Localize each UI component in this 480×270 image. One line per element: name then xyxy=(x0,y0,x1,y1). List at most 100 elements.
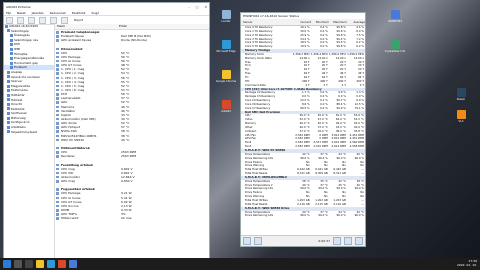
hwinfo-statusbar: 0:00:37 xyxy=(241,235,365,246)
start-icon[interactable] xyxy=(3,260,11,268)
sensor-icon xyxy=(56,55,59,59)
desktop-icon[interactable]: CrystalDisk Info xyxy=(384,40,406,53)
minimize-icon[interactable]: – xyxy=(188,5,190,9)
tree-node-icon xyxy=(7,79,10,83)
system-clock[interactable]: 17:39 2022. 01. 10. xyxy=(457,259,477,267)
tree-node-icon xyxy=(7,70,10,74)
col-current[interactable]: Current xyxy=(293,20,311,24)
tree-item-label: Teljesítményteszt xyxy=(11,129,38,134)
refresh-icon[interactable] xyxy=(39,16,46,24)
sensor-row[interactable]: Drive Remaining Life 96.0 % 96.0 % 96.0 % 96… xyxy=(241,213,365,218)
desktop-icon-label: Steam xyxy=(456,98,466,101)
sensor-icon xyxy=(56,151,59,154)
aida64-window[interactable]: AIDA64 Extreme – □ ✕ Fájl Nézet Jelentés… xyxy=(3,2,210,260)
sensor-icon xyxy=(56,88,59,92)
sensor-field: Töltési szint xyxy=(61,216,79,221)
close-icon[interactable] xyxy=(355,237,363,245)
settings-icon[interactable] xyxy=(344,237,352,245)
desktop-icon[interactable]: Steam xyxy=(450,88,472,101)
back-icon[interactable] xyxy=(6,16,13,24)
sensor-icon xyxy=(56,84,59,88)
aida-title: AIDA64 Extreme xyxy=(6,4,31,9)
tree-node-icon xyxy=(7,75,10,79)
report-label[interactable]: Riport xyxy=(74,18,83,22)
forward-icon[interactable] xyxy=(17,16,24,24)
tree-node-icon xyxy=(7,107,10,111)
sensor-icon xyxy=(56,213,59,216)
app-icon xyxy=(221,70,231,79)
user-icon[interactable] xyxy=(50,16,57,24)
desktop-icon[interactable]: AIDA64 xyxy=(215,100,237,113)
left-arrow-icon[interactable] xyxy=(243,237,251,245)
hwinfo-window[interactable]: HWiNFO64 v7.16-4610 Sensor Status Sensor… xyxy=(240,12,366,247)
app-icon xyxy=(456,88,466,97)
aida64-taskbar-icon[interactable] xyxy=(58,260,66,268)
col-minimum[interactable]: Minimum xyxy=(311,20,329,24)
edge-icon[interactable] xyxy=(47,260,55,268)
field-column-header[interactable]: Mező xyxy=(55,24,117,29)
sensor-icon xyxy=(56,175,59,179)
sensor-icon xyxy=(56,138,59,142)
close-icon[interactable]: ✕ xyxy=(204,5,207,9)
aida-titlebar[interactable]: AIDA64 Extreme – □ ✕ xyxy=(4,3,209,10)
desktop-icon-label: HWiNFO64 xyxy=(388,20,402,23)
desktop-icon[interactable]: Google Chrome xyxy=(215,70,237,83)
sensor-icon xyxy=(56,204,59,208)
search-icon[interactable] xyxy=(14,260,22,268)
app-icon xyxy=(221,100,231,109)
tree-node-icon xyxy=(10,47,13,51)
sensor-icon xyxy=(56,188,59,191)
clock-icon[interactable] xyxy=(333,237,341,245)
desktop-icon[interactable]: HWiNFO64 xyxy=(384,10,406,23)
desktop-icon[interactable]: Lomtár xyxy=(215,10,237,23)
col-maximum[interactable]: Maximum xyxy=(329,20,347,24)
chart-icon[interactable] xyxy=(61,16,68,24)
desktop-icon[interactable]: VLC xyxy=(450,110,472,123)
navigation-tree[interactable]: AIDA64 v6.60.5900 Számítógép Összegzés Szám… xyxy=(4,24,55,259)
tree-item[interactable]: Teljesítményteszt xyxy=(4,130,54,135)
col-average[interactable]: Average xyxy=(347,20,366,24)
menu-report[interactable]: Jelentés xyxy=(32,11,44,15)
menu-favorites[interactable]: Kedvencek xyxy=(50,11,66,15)
menu-help[interactable]: Súgó xyxy=(92,11,100,15)
hwinfo-title: HWiNFO64 v7.16-4610 Sensor Status xyxy=(243,14,300,18)
menu-file[interactable]: Fájl xyxy=(6,11,11,15)
taskview-icon[interactable] xyxy=(25,260,33,268)
sensor-icon xyxy=(56,146,59,150)
sensor-reading: 96.0 % xyxy=(336,213,346,218)
explorer-icon[interactable] xyxy=(36,260,44,268)
sensor-icon xyxy=(56,134,59,138)
sensor-icon xyxy=(56,122,59,125)
tree-node-icon xyxy=(5,24,8,28)
sensor-icon xyxy=(56,47,59,51)
app-icon xyxy=(456,110,466,119)
app-icon xyxy=(221,10,231,19)
hwinfo-sensor-list[interactable]: Core 0 T0 Residency 16.1 % 0.4 % 99.8 % 4.5 … xyxy=(241,25,365,218)
sensor-icon xyxy=(56,117,59,121)
sensor-reading: 96.0 % xyxy=(318,213,328,218)
desktop-icon-label: Google Chrome xyxy=(215,80,237,83)
menu-view[interactable]: Nézet xyxy=(17,11,26,15)
tree-node-icon xyxy=(10,33,13,37)
maximize-icon[interactable]: □ xyxy=(196,5,199,9)
elapsed-time: 0:00:37 xyxy=(318,239,330,243)
col-sensor[interactable]: Sensor xyxy=(241,20,293,24)
up-icon[interactable] xyxy=(28,16,35,24)
desktop-icon[interactable]: Microsoft Edge xyxy=(215,40,237,53)
tree-node-icon xyxy=(7,98,10,102)
menu-tools[interactable]: Eszközök xyxy=(72,11,86,15)
sensor-icon xyxy=(56,196,59,200)
taskbar: 17:39 2022. 01. 10. xyxy=(0,258,480,270)
sensor-icon xyxy=(56,105,59,109)
sensor-icon xyxy=(56,180,59,183)
sensor-icon xyxy=(56,68,59,71)
desktop-icon-label: AIDA64 xyxy=(221,110,231,113)
sensor-row[interactable]: Töltési szint AC line xyxy=(55,216,209,220)
sensor-icon xyxy=(56,163,59,166)
tree-node-icon xyxy=(7,121,10,125)
sensor-icon xyxy=(56,51,59,55)
hwinfo-taskbar-icon[interactable] xyxy=(69,260,77,268)
tree-node-icon xyxy=(10,61,13,65)
right-arrow-icon[interactable] xyxy=(254,237,262,245)
value-column-header[interactable]: Érték xyxy=(117,24,127,29)
